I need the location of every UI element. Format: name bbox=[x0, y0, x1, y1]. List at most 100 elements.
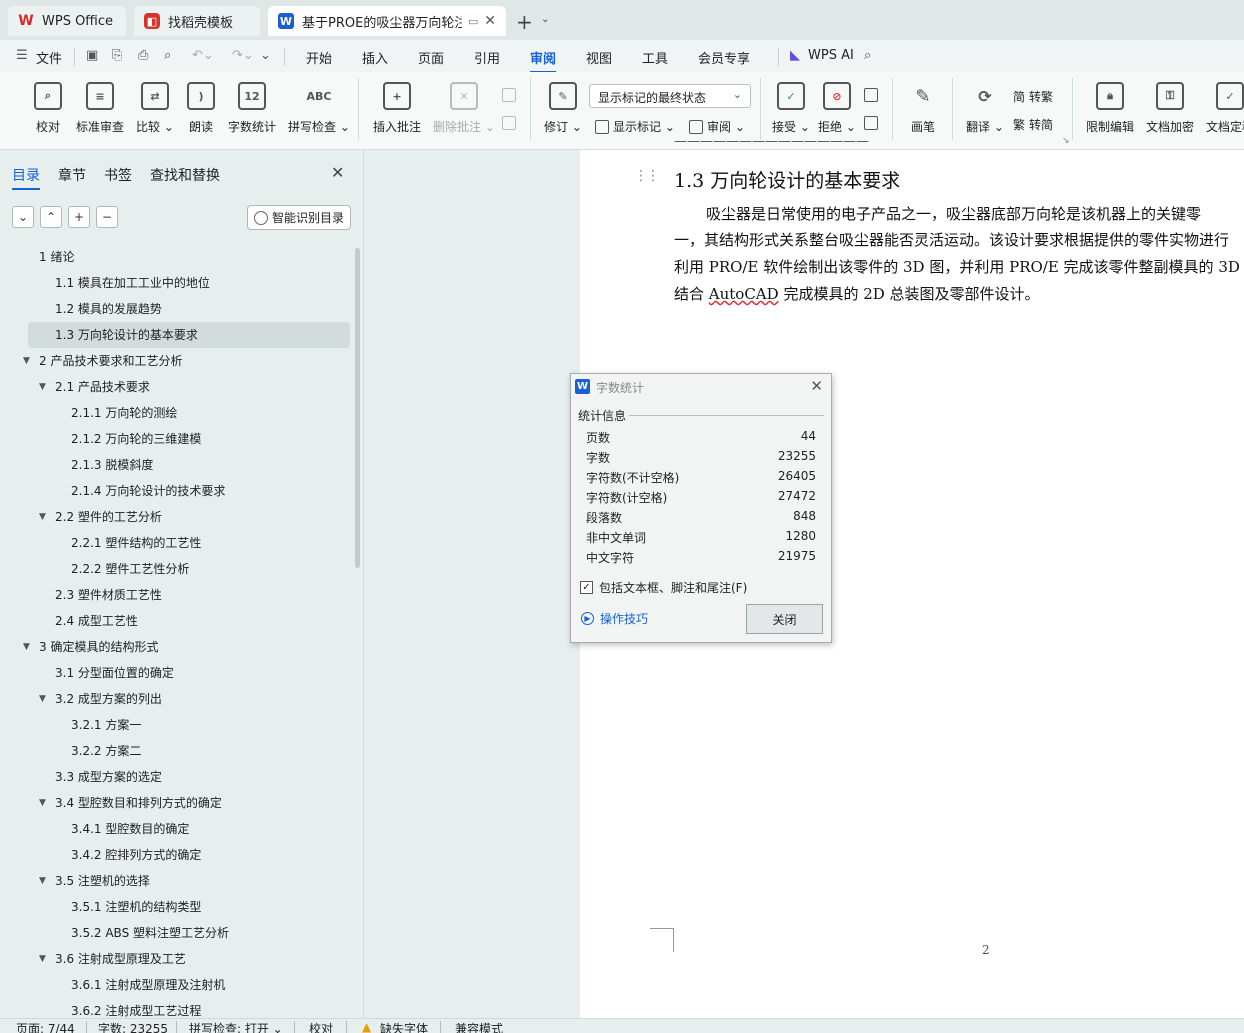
toc-item[interactable]: 2.3 塑件材质工艺性 bbox=[0, 582, 352, 608]
toc-item[interactable]: 2.4 成型工艺性 bbox=[0, 608, 352, 634]
menu-start[interactable]: 开始 bbox=[306, 48, 332, 67]
toc-item[interactable]: ▼ 2.2 塑件的工艺分析 bbox=[0, 504, 352, 530]
restrict-edit-button[interactable]: 🔒︎ 限制编辑 bbox=[1086, 78, 1134, 135]
toc-item[interactable]: 1 绪论 bbox=[0, 244, 352, 270]
menu-member[interactable]: 会员专享 bbox=[698, 48, 750, 67]
monitor-icon[interactable]: ▭ bbox=[468, 15, 478, 28]
print-icon[interactable]: ⎙ bbox=[138, 48, 148, 63]
add-heading-button[interactable]: + bbox=[68, 206, 90, 228]
redo-icon[interactable]: ↷⌄ bbox=[232, 48, 254, 63]
tab-document[interactable]: W 基于PROE的吸尘器万向轮注射 ▭ ✕ bbox=[268, 6, 506, 36]
toc-item[interactable]: ▼ 3 确定模具的结构形式 bbox=[0, 634, 352, 660]
spelling-error-mark[interactable]: AutoCAD bbox=[709, 285, 779, 303]
prev-comment-icon[interactable] bbox=[502, 88, 520, 102]
toc-item[interactable]: 2.1.4 万向轮设计的技术要求 bbox=[0, 478, 352, 504]
paragraph-line[interactable]: 吸尘器是日常使用的电子产品之一，吸尘器底部万向轮是该机器上的关键零 bbox=[706, 203, 1201, 224]
insert-comment-button[interactable]: + 插入批注 bbox=[373, 78, 421, 135]
print-preview-icon[interactable]: ⌕ bbox=[164, 48, 171, 63]
tab-bookmarks[interactable]: 书签 bbox=[104, 165, 132, 185]
tips-link[interactable]: ▶ 操作技巧 bbox=[581, 610, 648, 627]
delete-comment-button[interactable]: ✕ 删除批注 ⌄ bbox=[433, 78, 495, 135]
toc-item[interactable]: 3.4.2 腔排列方式的确定 bbox=[0, 842, 352, 868]
remove-heading-button[interactable]: − bbox=[96, 206, 118, 228]
next-comment-icon[interactable] bbox=[502, 116, 520, 130]
expand-arrow-icon[interactable]: ▼ bbox=[23, 348, 30, 374]
undo-icon[interactable]: ↶⌄ bbox=[192, 48, 214, 63]
encrypt-button[interactable]: ⚿ 文档加密 bbox=[1146, 78, 1194, 135]
read-aloud-button[interactable]: ) 朗读 bbox=[187, 78, 215, 135]
tab-wps-office[interactable]: W WPS Office bbox=[8, 6, 126, 36]
show-markup-button[interactable]: 显示标记 ⌄ bbox=[595, 118, 675, 135]
expand-corner-icon[interactable]: ↘ bbox=[1062, 136, 1070, 146]
export-icon[interactable]: ⎘ bbox=[112, 48, 122, 63]
close-icon[interactable]: ✕ bbox=[810, 377, 823, 395]
reject-button[interactable]: ⊘ 拒绝 ⌄ bbox=[818, 78, 856, 135]
word-count-button[interactable]: 12 字数统计 bbox=[228, 78, 276, 135]
review-pane-button[interactable]: 审阅 ⌄ bbox=[689, 118, 745, 135]
toc-item[interactable]: 3.3 成型方案的选定 bbox=[0, 764, 352, 790]
dialog-titlebar[interactable]: W 字数统计 ✕ bbox=[571, 374, 831, 400]
spell-check-button[interactable]: ABC 拼写检查 ⌄ bbox=[288, 78, 350, 135]
toc-item[interactable]: 2.2.2 塑件工艺性分析 bbox=[0, 556, 352, 582]
toc-item[interactable]: ▼ 3.2 成型方案的列出 bbox=[0, 686, 352, 712]
tab-docer-template[interactable]: ◧ 找稻壳模板 bbox=[134, 6, 260, 36]
paragraph-line[interactable]: 利用 PRO/E 软件绘制出该零件的 3D 图，并利用 PRO/E 完成该零件整… bbox=[674, 256, 1240, 277]
include-textbox-checkbox[interactable]: ✓ 包括文本框、脚注和尾注(F) bbox=[580, 579, 747, 596]
collapse-up-button[interactable]: ⌃ bbox=[40, 206, 62, 228]
toc-item[interactable]: 1.3 万向轮设计的基本要求 bbox=[28, 322, 350, 348]
toc-item[interactable]: ▼ 3.6 注射成型原理及工艺 bbox=[0, 946, 352, 972]
menu-file[interactable]: 文件 bbox=[36, 48, 62, 67]
menu-wps-ai[interactable]: WPS AI bbox=[808, 48, 854, 63]
toc-item[interactable]: 2.1.2 万向轮的三维建模 bbox=[0, 426, 352, 452]
expand-arrow-icon[interactable]: ▼ bbox=[39, 868, 46, 894]
expand-arrow-icon[interactable]: ▼ bbox=[39, 504, 46, 530]
proofread-button[interactable]: ⌕ 校对 bbox=[34, 78, 62, 135]
menu-insert[interactable]: 插入 bbox=[362, 48, 388, 67]
expand-arrow-icon[interactable]: ▼ bbox=[39, 946, 46, 972]
expand-arrow-icon[interactable]: ▼ bbox=[39, 686, 46, 712]
revise-button[interactable]: ✎ 修订 ⌄ bbox=[544, 78, 582, 135]
tab-toc[interactable]: 目录 bbox=[12, 165, 40, 190]
next-change-icon[interactable] bbox=[864, 116, 882, 130]
finalize-button[interactable]: ✓ 文档定稿 bbox=[1206, 78, 1244, 135]
toc-item[interactable]: ▼ 3.5 注塑机的选择 bbox=[0, 868, 352, 894]
tab-chapters[interactable]: 章节 bbox=[58, 165, 86, 185]
menu-view[interactable]: 视图 bbox=[586, 48, 612, 67]
expand-arrow-icon[interactable]: ▼ bbox=[39, 790, 46, 816]
expand-arrow-icon[interactable]: ▼ bbox=[39, 374, 46, 400]
to-traditional-button[interactable]: 简转繁 bbox=[1013, 88, 1053, 105]
toc-item[interactable]: 3.5.2 ABS 塑料注塑工艺分析 bbox=[0, 920, 352, 946]
collapse-down-button[interactable]: ⌄ bbox=[12, 206, 34, 228]
toc-item[interactable]: 2.2.1 塑件结构的工艺性 bbox=[0, 530, 352, 556]
compare-button[interactable]: ⇄ 比较 ⌄ bbox=[136, 78, 174, 135]
standard-review-button[interactable]: ≡ 标准审查 bbox=[76, 78, 124, 135]
chevron-down-icon[interactable]: ⌄ bbox=[541, 14, 549, 25]
toc-item[interactable]: 1.1 模具在加工工业中的地位 bbox=[0, 270, 352, 296]
accept-button[interactable]: ✓ 接受 ⌄ bbox=[772, 78, 810, 135]
toc-item[interactable]: 3.6.1 注射成型原理及注射机 bbox=[0, 972, 352, 998]
pen-button[interactable]: ✎ 画笔 bbox=[909, 78, 937, 135]
prev-change-icon[interactable] bbox=[864, 88, 882, 102]
toc-item[interactable]: 3.1 分型面位置的确定 bbox=[0, 660, 352, 686]
close-button[interactable]: 关闭 bbox=[746, 604, 823, 634]
toc-item[interactable]: 3.5.1 注塑机的结构类型 bbox=[0, 894, 352, 920]
toc-item[interactable]: 2.1.1 万向轮的测绘 bbox=[0, 400, 352, 426]
menu-tools[interactable]: 工具 bbox=[642, 48, 668, 67]
drag-handle-icon[interactable]: ⋮⋮ bbox=[634, 168, 660, 184]
toc-item[interactable]: 3.2.1 方案一 bbox=[0, 712, 352, 738]
toc-item[interactable]: ▼ 3.4 型腔数目和排列方式的确定 bbox=[0, 790, 352, 816]
menu-page[interactable]: 页面 bbox=[418, 48, 444, 67]
toc-item[interactable]: 2.1.3 脱模斜度 bbox=[0, 452, 352, 478]
save-icon[interactable]: ▣ bbox=[86, 48, 98, 63]
toc-item[interactable]: ▼ 2 产品技术要求和工艺分析 bbox=[0, 348, 352, 374]
menu-reference[interactable]: 引用 bbox=[474, 48, 500, 67]
status-word-count[interactable]: 字数: 23255 bbox=[98, 1020, 168, 1033]
search-icon[interactable]: ⌕ bbox=[864, 48, 871, 63]
markup-state-select[interactable]: 显示标记的最终状态 ⌄ bbox=[589, 84, 751, 108]
section-heading[interactable]: 1.3 万向轮设计的基本要求 bbox=[674, 166, 900, 193]
status-spell-check[interactable]: 拼写检查: 打开 ⌄ bbox=[189, 1020, 283, 1033]
close-icon[interactable]: ✕ bbox=[484, 13, 496, 29]
translate-button[interactable]: ⟳ 翻译 ⌄ bbox=[966, 78, 1004, 135]
more-chevron-icon[interactable]: ⌄ bbox=[260, 48, 271, 63]
toc-item[interactable]: 3.2.2 方案二 bbox=[0, 738, 352, 764]
